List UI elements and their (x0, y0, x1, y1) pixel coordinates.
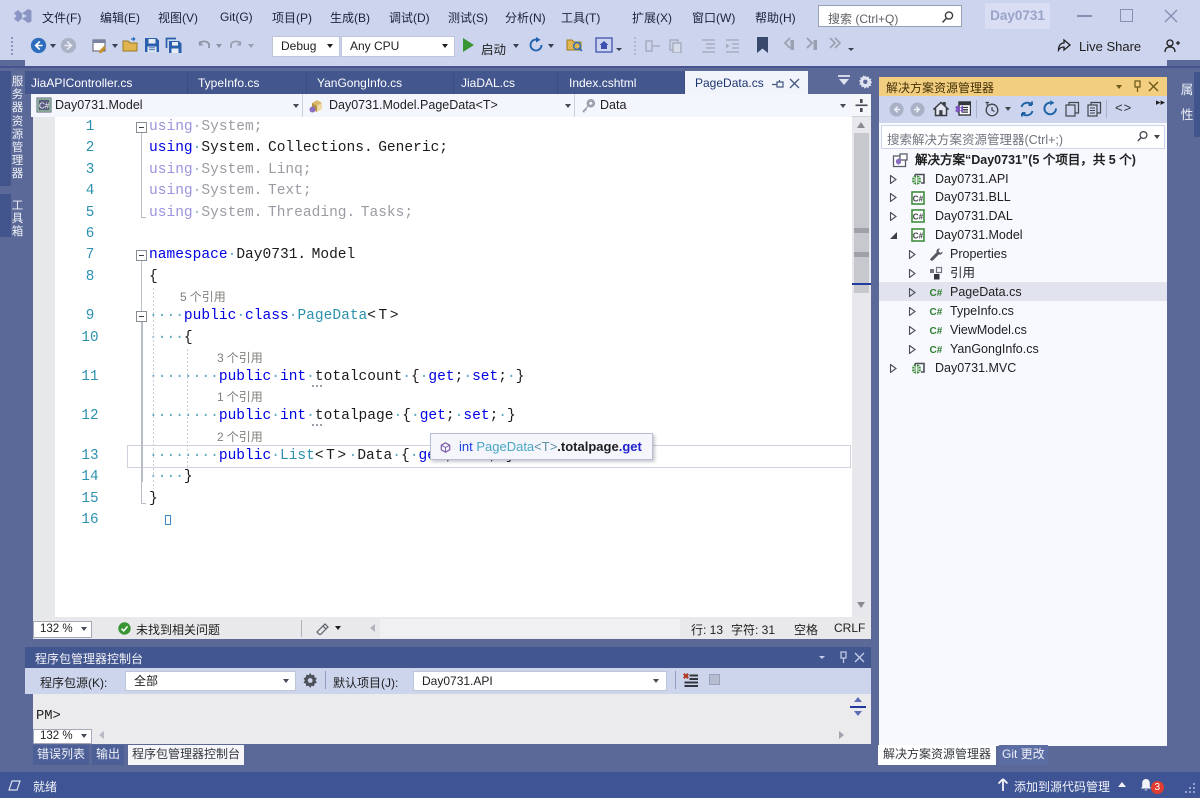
svg-text:C#: C# (930, 288, 943, 299)
svg-text:C#: C# (913, 194, 924, 203)
svg-text:C#: C# (913, 231, 924, 240)
svg-text:C#: C# (930, 326, 943, 337)
svg-text:C#: C# (930, 345, 943, 356)
svg-text:C#: C# (913, 212, 924, 221)
svg-text:C#: C# (930, 307, 943, 318)
svg-text:C#: C# (39, 102, 50, 111)
